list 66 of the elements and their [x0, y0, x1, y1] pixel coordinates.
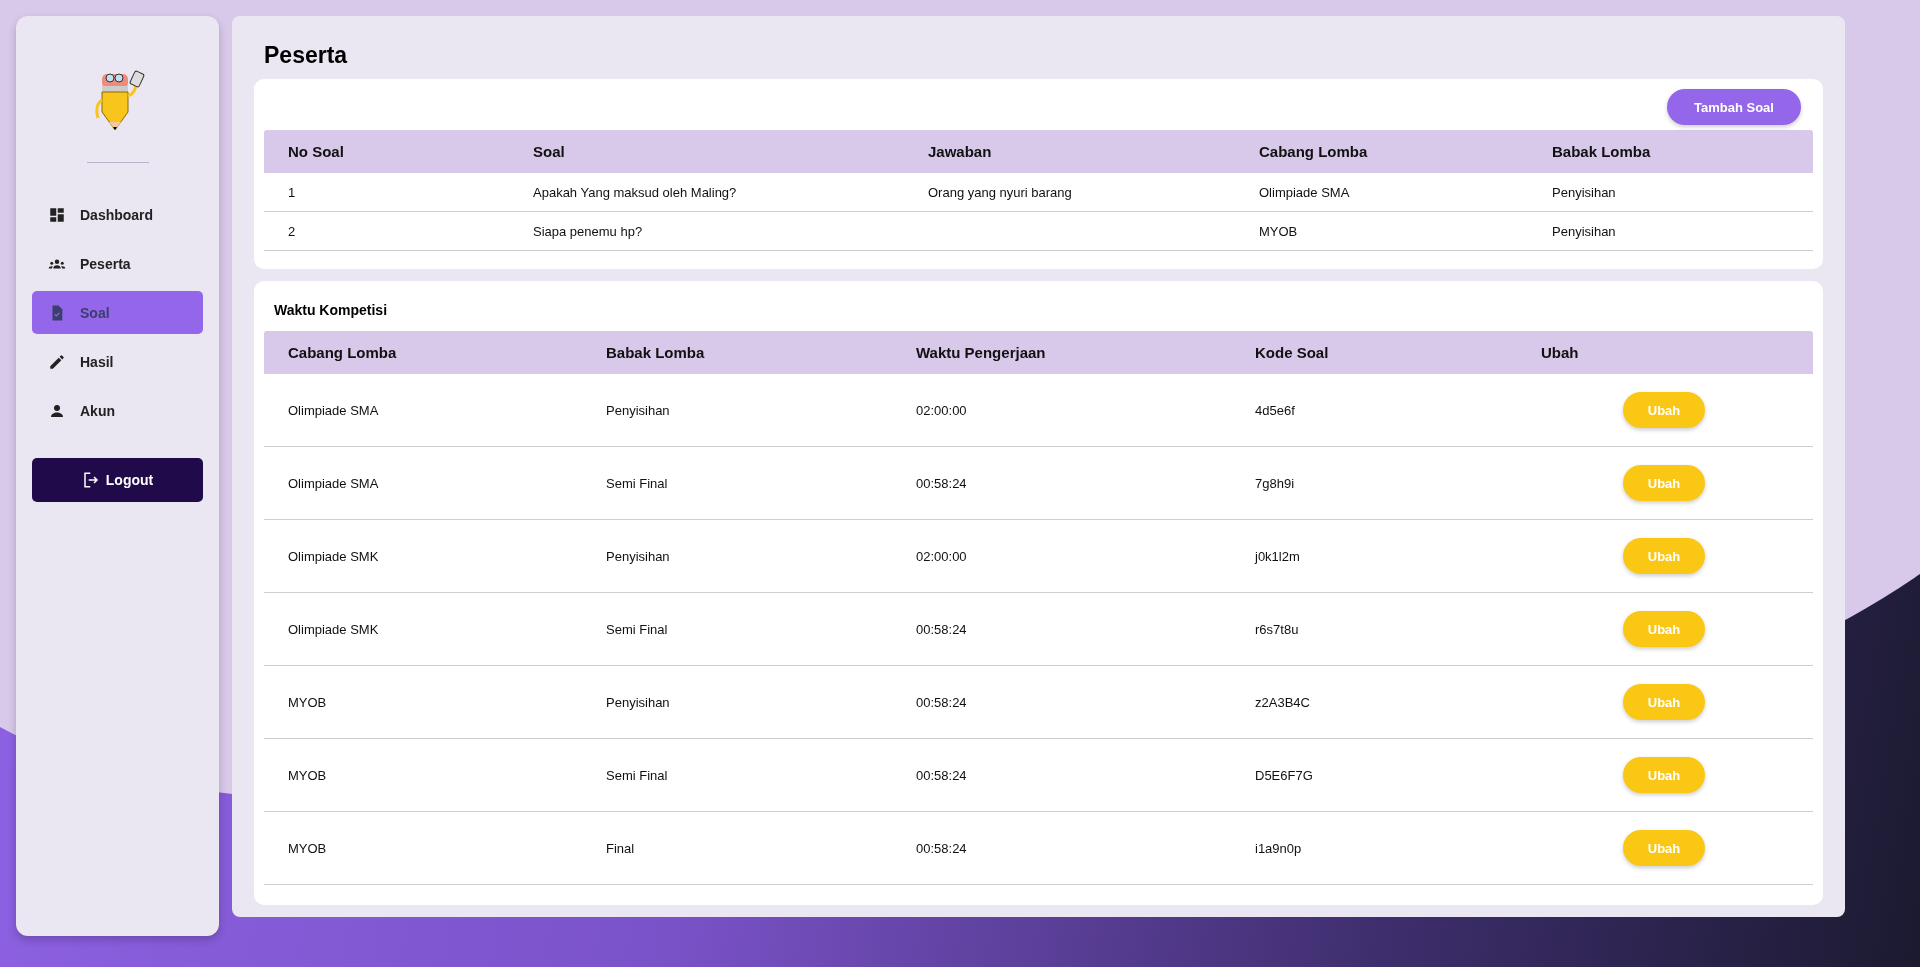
page-title: Peserta — [263, 41, 349, 70]
column-header: Jawaban — [927, 143, 993, 160]
column-header: No Soal — [287, 143, 345, 160]
table-cell-text: 1 — [287, 184, 297, 200]
edit-button[interactable]: Ubah — [1623, 465, 1705, 501]
table-cell-text: 00:58:24 — [915, 475, 968, 491]
column-header: Cabang Lomba — [287, 344, 398, 361]
column-header: Kode Soal — [1254, 344, 1330, 361]
table-cell-text: 00:58:24 — [915, 694, 968, 710]
table-cell-text: 2 — [287, 223, 297, 239]
table-cell-text: r6s7t8u — [1254, 621, 1300, 637]
table-cell-text: z2A3B4C — [1254, 694, 1311, 710]
table-cell-text: Penyisihan — [605, 694, 671, 710]
table-cell-text: MYOB — [1258, 223, 1299, 239]
logout-button[interactable]: Logout — [32, 458, 203, 502]
table-cell-text: 4d5e6f — [1254, 402, 1296, 418]
table-cell-text: Olimpiade SMK — [287, 548, 380, 564]
edit-button[interactable]: Ubah — [1623, 757, 1705, 793]
table-cell-text: Penyisihan — [1551, 184, 1617, 200]
table-cell-text: Olimpiade SMA — [1258, 184, 1351, 200]
column-header: Babak Lomba — [605, 344, 706, 361]
edit-button[interactable]: Ubah — [1623, 684, 1705, 720]
edit-button[interactable]: Ubah — [1623, 392, 1705, 428]
add-question-button[interactable]: Tambah Soal — [1667, 89, 1801, 125]
table-cell-text: D5E6F7G — [1254, 767, 1314, 783]
table-cell-text: Semi Final — [605, 767, 669, 783]
edit-button[interactable]: Ubah — [1623, 611, 1705, 647]
table-cell-text: Penyisihan — [605, 402, 671, 418]
table-cell-text: MYOB — [287, 840, 328, 856]
table-cell-text: 7g8h9i — [1254, 475, 1296, 491]
column-header: Soal — [532, 143, 566, 160]
column-header: Waktu Pengerjaan — [915, 344, 1047, 361]
table-cell-text: i1a9n0p — [1254, 840, 1303, 856]
table-cell-text: 02:00:00 — [915, 402, 968, 418]
section-title: Waktu Kompetisi — [273, 301, 389, 320]
table-cell-text: Penyisihan — [605, 548, 671, 564]
column-header: Babak Lomba — [1551, 143, 1652, 160]
sidebar-item[interactable]: Soal — [32, 291, 203, 334]
logout-icon — [81, 471, 100, 489]
table-cell-text: Olimpiade SMA — [287, 402, 380, 418]
column-header: Ubah — [1540, 344, 1580, 361]
column-header: Cabang Lomba — [1258, 143, 1369, 160]
table-cell-text: Semi Final — [605, 621, 669, 637]
edit-button[interactable]: Ubah — [1623, 830, 1705, 866]
table-cell-text: Siapa penemu hp? — [532, 223, 644, 239]
sidebar-item[interactable]: Peserta — [32, 242, 203, 285]
table-cell-text: Olimpiade SMK — [287, 621, 380, 637]
dashboard-icon — [48, 205, 66, 224]
sidebar-item[interactable]: Hasil — [32, 340, 203, 383]
table-cell-text: MYOB — [287, 694, 328, 710]
table-cell-text: j0k1l2m — [1253, 548, 1301, 564]
pencil-icon — [48, 352, 66, 371]
table-cell-text: 00:58:24 — [915, 621, 968, 637]
table-cell-text: Apakah Yang maksud oleh Maling? — [532, 184, 738, 200]
table-cell-text: Orang yang nyuri barang — [927, 184, 1073, 200]
table-cell-text: Final — [605, 840, 636, 856]
sidebar-item[interactable]: Dashboard — [32, 193, 203, 236]
table-cell-text: 00:58:24 — [915, 840, 968, 856]
table-cell-text: Semi Final — [605, 475, 669, 491]
table-cell-text: MYOB — [287, 767, 328, 783]
table-cell-text: 00:58:24 — [915, 767, 968, 783]
edit-button[interactable]: Ubah — [1623, 538, 1705, 574]
sidebar-item[interactable]: Akun — [32, 389, 203, 432]
table-cell-text: Penyisihan — [1551, 223, 1617, 239]
table-cell-text: 02:00:00 — [915, 548, 968, 564]
table-cell-text: Olimpiade SMA — [287, 475, 380, 491]
